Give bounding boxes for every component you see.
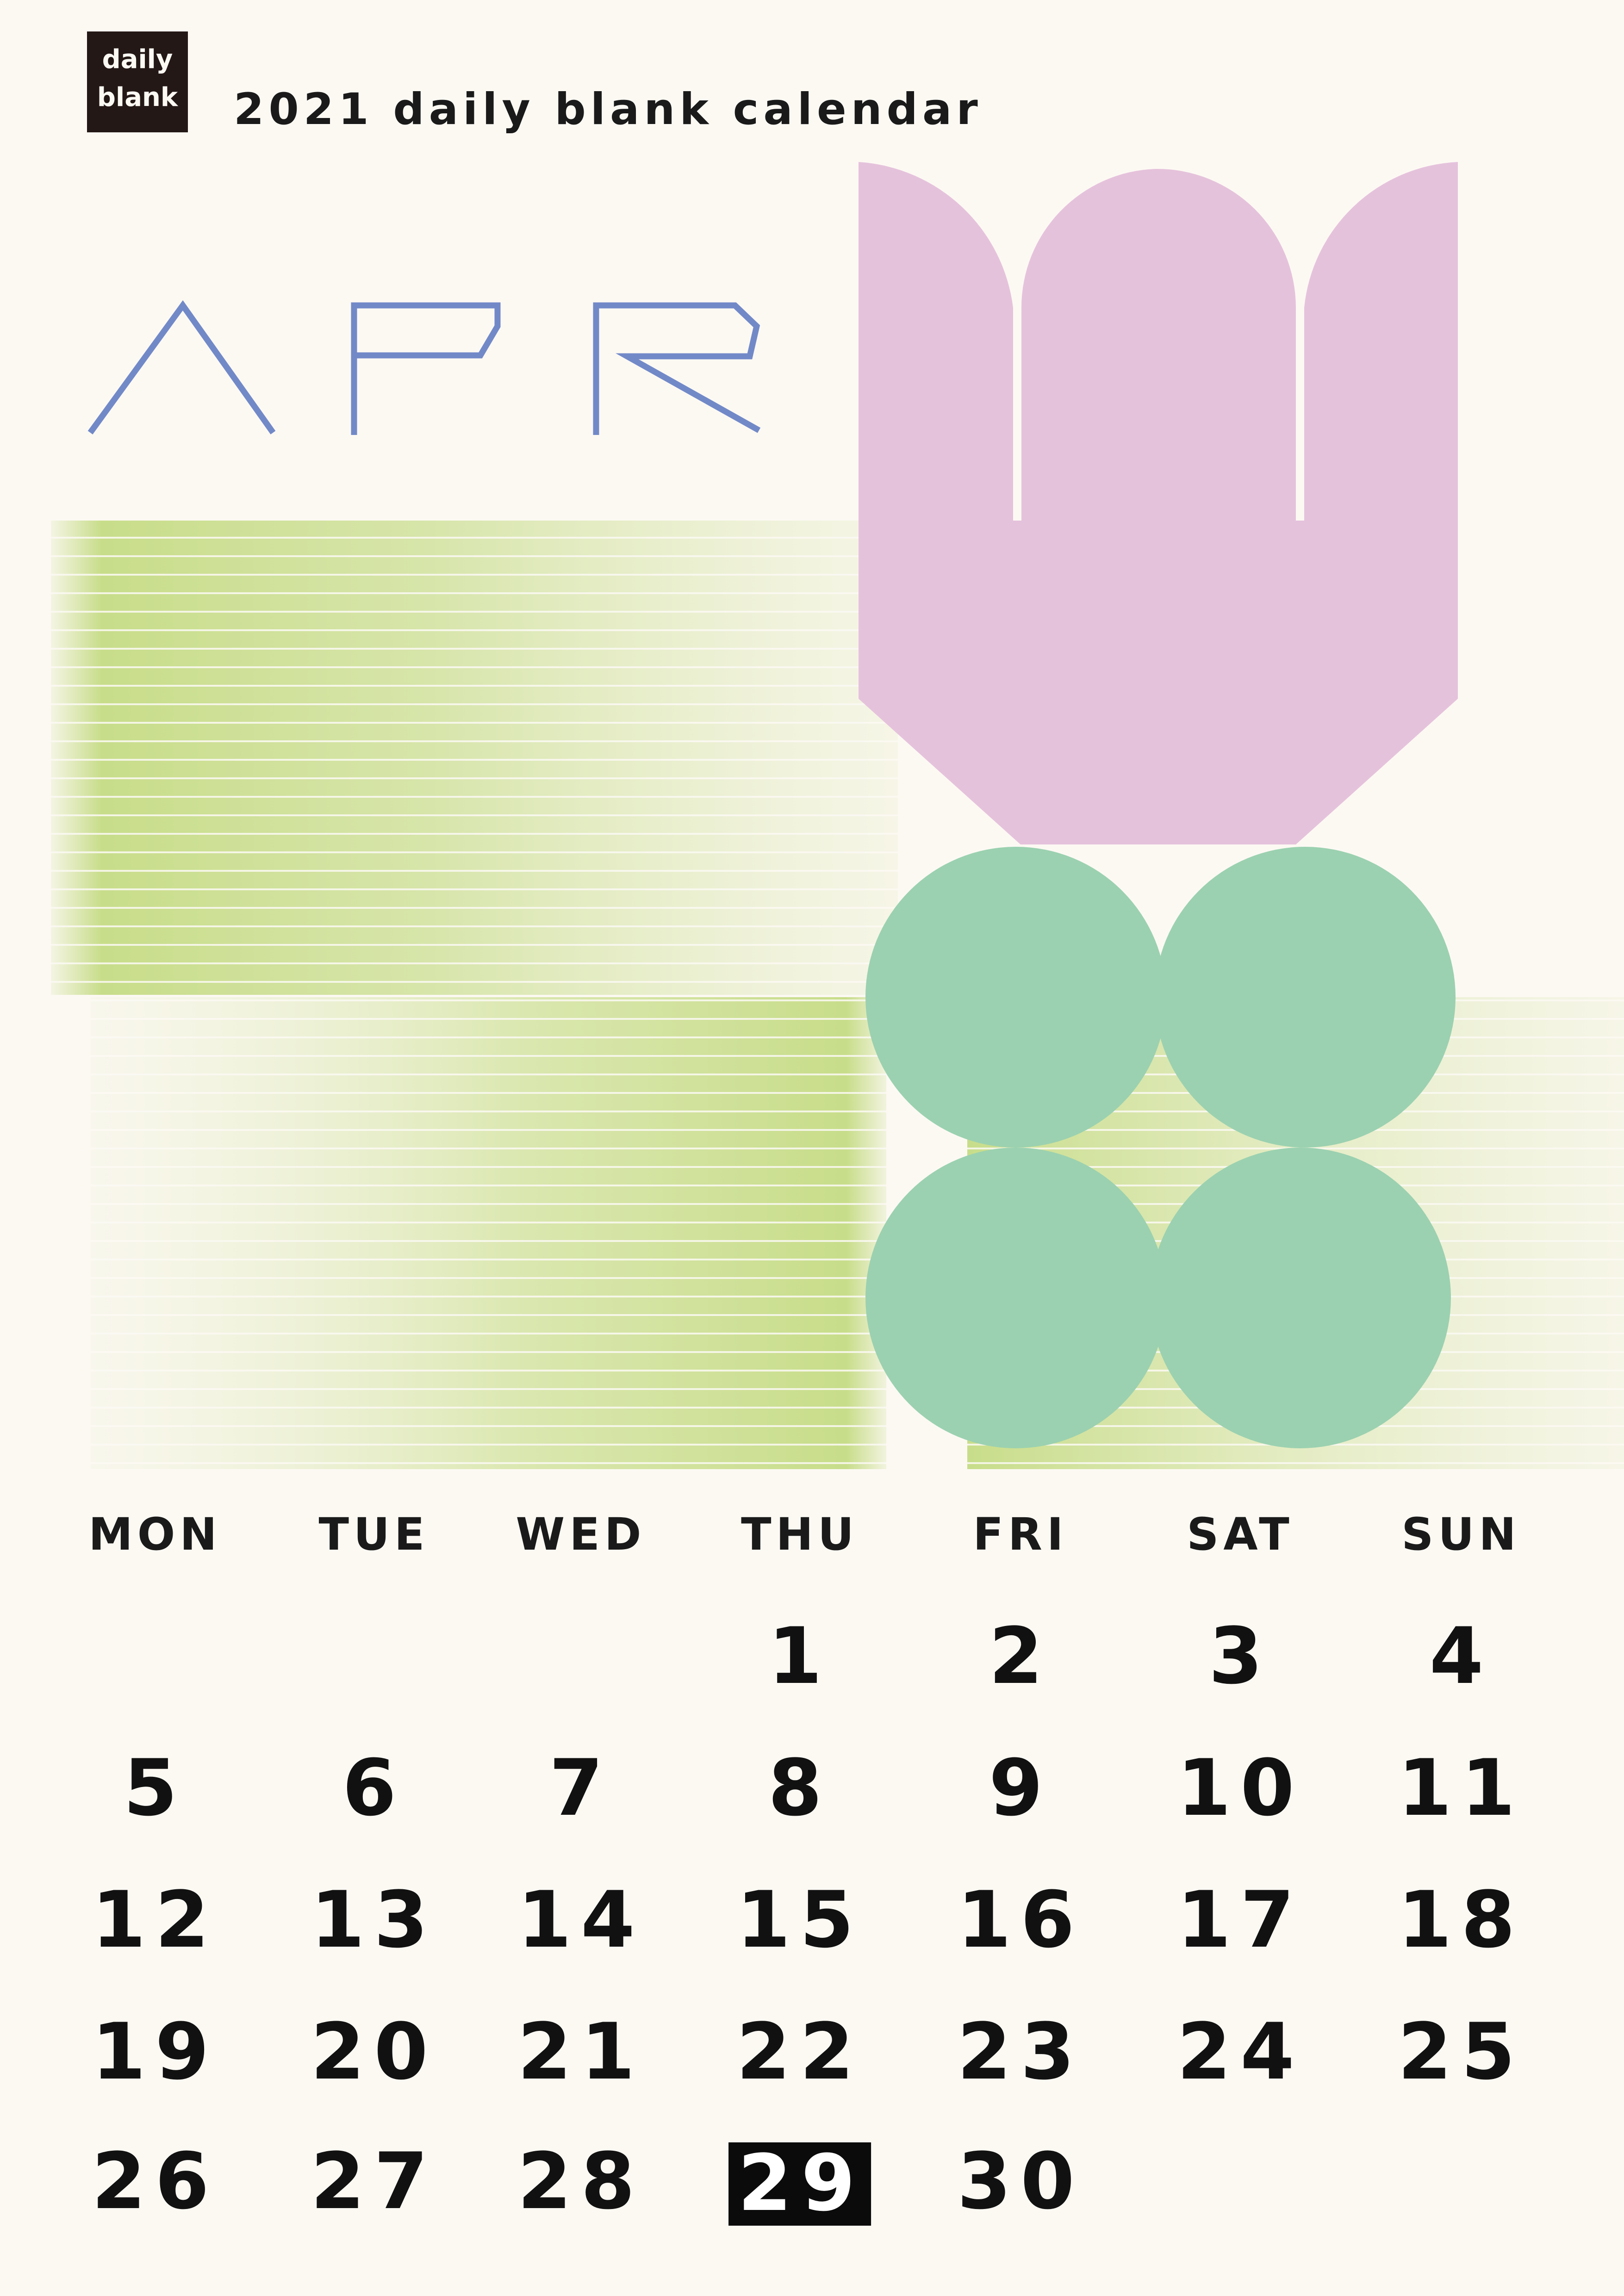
weekday-sat: SAT: [1187, 1508, 1294, 1560]
day-cell: 28: [517, 2136, 644, 2227]
day-cell: 11: [1398, 1743, 1524, 1833]
weekday-thu: THU: [741, 1508, 859, 1560]
weekday-tue: TUE: [318, 1508, 429, 1560]
day-cell: 2: [989, 1611, 1052, 1701]
weekday-sun: SUN: [1401, 1508, 1521, 1560]
day-cell: 9: [989, 1743, 1052, 1833]
day-cell: 7: [549, 1743, 613, 1833]
day-cell: 27: [311, 2136, 437, 2227]
tulip-illustration: [51, 162, 1624, 1469]
day-cell: 15: [736, 1874, 863, 1965]
day-cell: 18: [1398, 1874, 1524, 1965]
day-cell: 3: [1208, 1611, 1272, 1701]
day-cell: 19: [92, 2006, 218, 2097]
day-cell-highlighted: 29: [728, 2142, 871, 2226]
day-cell: 14: [517, 1874, 644, 1965]
weekday-mon: MON: [88, 1508, 222, 1560]
day-cell: 20: [311, 2006, 437, 2097]
weekday-fri: FRI: [973, 1508, 1068, 1560]
day-cell: 21: [517, 2006, 644, 2097]
day-cell: 4: [1429, 1611, 1493, 1701]
day-cell: 30: [957, 2136, 1084, 2227]
weekday-wed: WED: [516, 1508, 646, 1560]
day-cell: 26: [92, 2136, 218, 2227]
day-cell: 16: [957, 1874, 1084, 1965]
day-cell: 12: [92, 1874, 218, 1965]
day-cell: 8: [768, 1743, 832, 1833]
day-cell: 13: [311, 1874, 437, 1965]
day-cell: 25: [1398, 2006, 1524, 2097]
day-cell: 24: [1177, 2006, 1304, 2097]
day-cell: 23: [957, 2006, 1084, 2097]
day-cell: 6: [342, 1743, 406, 1833]
day-cell: 22: [736, 2006, 863, 2097]
day-cell: 5: [123, 1743, 187, 1833]
day-cell: 10: [1177, 1743, 1304, 1833]
day-cell: 17: [1177, 1874, 1304, 1965]
day-cell: 1: [768, 1611, 832, 1701]
